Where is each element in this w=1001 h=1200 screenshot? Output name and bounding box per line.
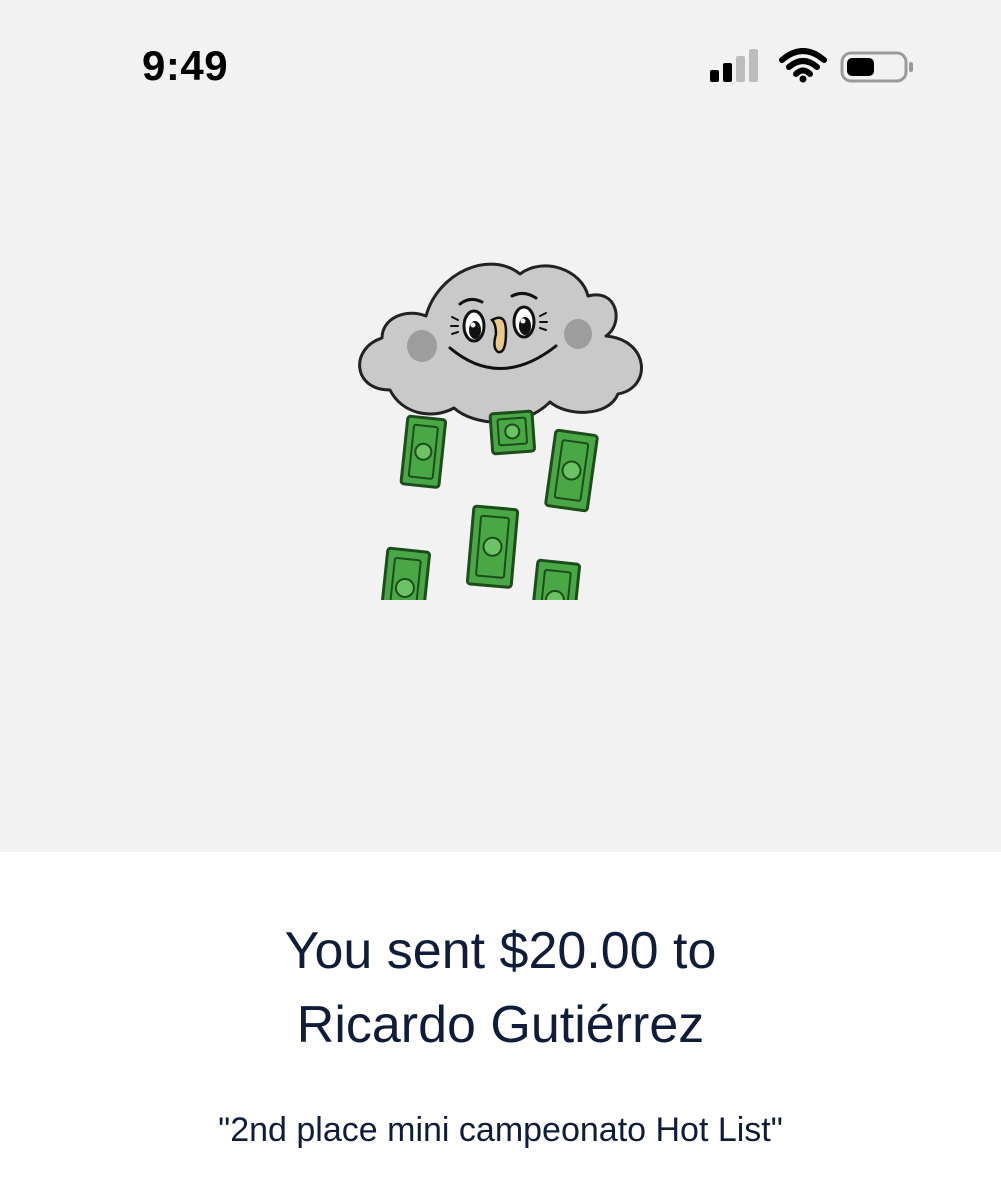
money-rain-cloud-illustration <box>350 250 660 600</box>
illustration-panel: 9:49 <box>0 0 1001 852</box>
wifi-icon <box>779 48 827 83</box>
cash-bills <box>378 409 599 600</box>
headline-amount-line: You sent $20.00 to <box>284 922 717 980</box>
battery-icon <box>840 51 913 83</box>
signal-icon <box>710 49 758 82</box>
cloud-graphic <box>358 262 643 424</box>
recipient-name: Ricardo Gutiérrez <box>296 996 705 1054</box>
status-bar: 9:49 <box>0 0 1001 140</box>
payment-note: "2nd place mini campeonato Hot List" <box>218 1111 783 1149</box>
status-time: 9:49 <box>142 42 229 89</box>
payment-headline: You sent $20.00 to Ricardo Gutiérrez <box>0 914 1001 1062</box>
status-icons <box>706 48 918 88</box>
payment-confirmation: You sent $20.00 to Ricardo Gutiérrez "2n… <box>0 852 1001 1200</box>
